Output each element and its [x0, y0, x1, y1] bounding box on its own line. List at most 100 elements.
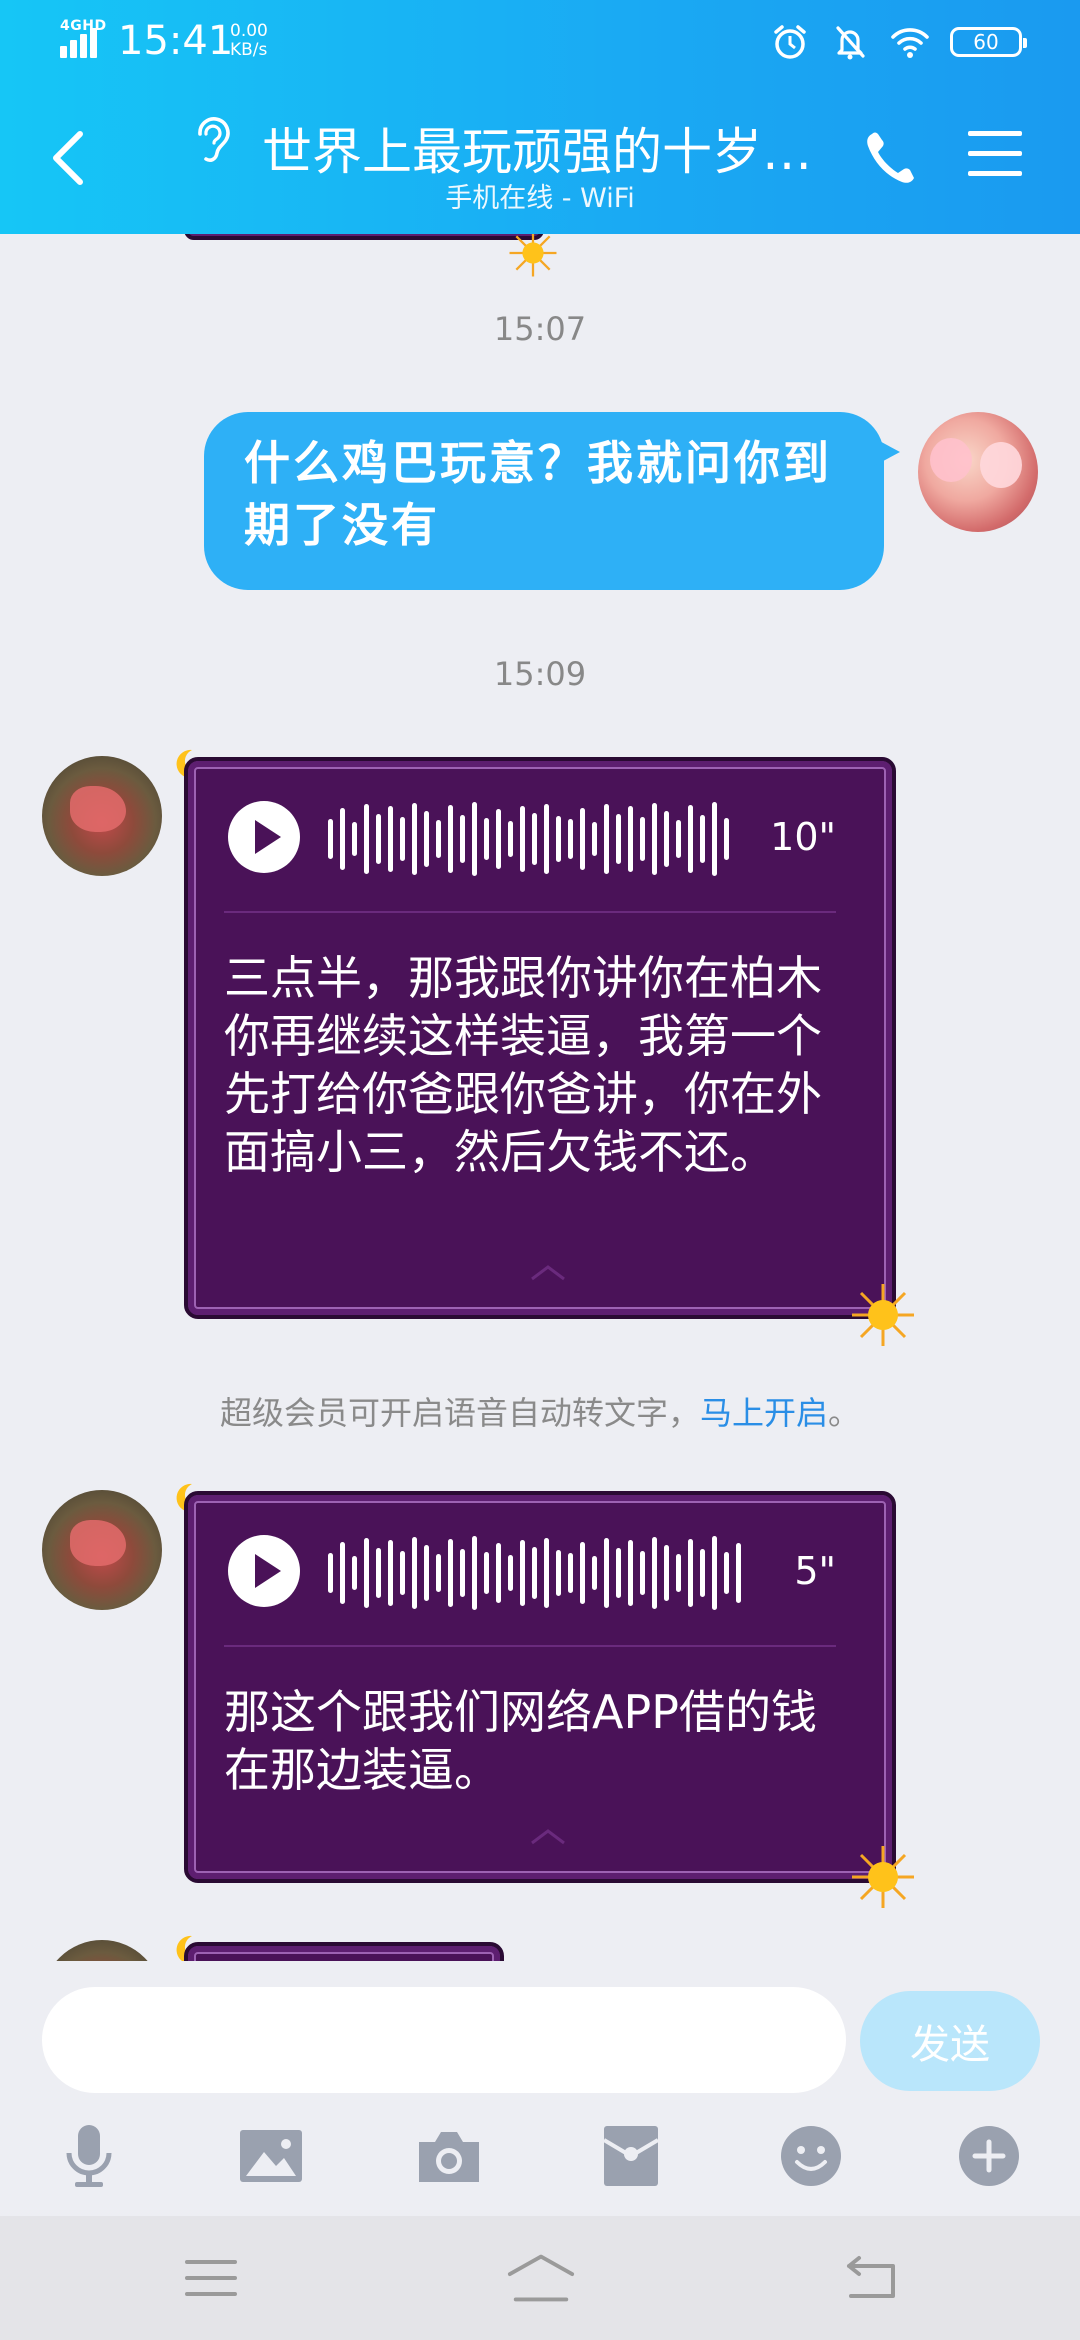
phone-icon[interactable] [862, 128, 918, 188]
red-packet-button[interactable] [596, 2121, 666, 2191]
voice-message-card[interactable]: 10" 三点半，那我跟你讲你在柏木你再继续这样装逼，我第一个先打给你爸跟你爸讲，… [184, 757, 896, 1319]
image-button[interactable] [236, 2121, 306, 2191]
waveform-bar [412, 1537, 417, 1609]
next-message-card[interactable] [184, 1942, 504, 1961]
mute-bell-icon [836, 26, 865, 60]
waveform-bar [496, 809, 501, 869]
waveform-bar [712, 1536, 717, 1610]
chat-title-area[interactable]: 世界上最玩顽强的十岁… 手机在线 - WiFi [190, 110, 840, 220]
waveform-bar [556, 816, 561, 862]
waveform-bar [724, 1552, 729, 1594]
collapse-caret-icon[interactable] [528, 1263, 568, 1283]
contact-avatar[interactable] [42, 1490, 162, 1610]
waveform-bar [676, 1554, 681, 1592]
status-time: 15:41 [118, 18, 234, 64]
waveform-bar [364, 804, 369, 874]
waveform-bar [436, 820, 441, 858]
waveform-bar [352, 1556, 357, 1590]
waveform-bar [340, 1542, 345, 1604]
waveform-bar [580, 808, 585, 870]
network-type: 4GHD [60, 18, 107, 34]
battery-indicator: 60 [950, 27, 1027, 57]
emoji-icon [781, 2126, 841, 2186]
waveform-bar [520, 806, 525, 872]
send-button[interactable]: 发送 [860, 1991, 1040, 2091]
menu-icon[interactable] [968, 131, 1022, 181]
waveform-bar [664, 811, 669, 867]
back-nav-icon [847, 2256, 895, 2298]
sun-decoration-icon [852, 1846, 914, 1908]
voice-transcript: 三点半，那我跟你讲你在柏木你再继续这样装逼，我第一个先打给你爸跟你爸讲，你在外面… [224, 951, 822, 1179]
voice-transcript: 那这个跟我们网络APP借的钱在那边装逼。 [224, 1685, 817, 1797]
waveform-bar [376, 814, 381, 864]
microphone-icon [66, 2125, 112, 2187]
home-button[interactable] [506, 2248, 576, 2308]
sun-decoration-icon [509, 234, 557, 277]
previous-message-card[interactable] [184, 234, 544, 240]
waveform-bar [340, 808, 345, 870]
waveform-bar [664, 1545, 669, 1601]
microphone-button[interactable] [54, 2121, 124, 2191]
more-button[interactable] [954, 2121, 1024, 2191]
back-button[interactable] [42, 125, 92, 191]
waveform-bar [604, 804, 609, 874]
play-button[interactable] [228, 801, 300, 873]
waveform-bar [592, 1556, 597, 1590]
waveform-bar [652, 1537, 657, 1609]
waveform-bar [448, 805, 453, 873]
voice-message-card[interactable]: 5" 那这个跟我们网络APP借的钱在那边装逼。 [184, 1491, 896, 1883]
wifi-icon [891, 28, 929, 58]
plus-icon [959, 2126, 1019, 2186]
image-icon [240, 2130, 302, 2182]
contact-avatar[interactable] [42, 756, 162, 876]
waveform-bar [352, 822, 357, 856]
message-list[interactable]: 15:07 什么鸡巴玩意？我就问你到 期了没有 15:09 10" 三点半，那我… [0, 234, 1080, 1961]
status-bar: 4GHD 15:41 0.00 KB/s 60 [0, 0, 1080, 80]
camera-button[interactable] [414, 2121, 484, 2191]
timestamp: 15:07 [493, 310, 587, 348]
collapse-caret-icon[interactable] [528, 1827, 568, 1847]
waveform-bar [484, 818, 489, 860]
sun-decoration-icon [852, 1284, 914, 1346]
waveform-bar [424, 811, 429, 867]
network-speed: 0.00 KB/s [230, 21, 268, 60]
waveform-bar [604, 1538, 609, 1608]
chat-header: 4GHD 15:41 0.00 KB/s 60 世界上最玩顽强的十岁… 手机在线… [0, 0, 1080, 234]
timestamp: 15:09 [493, 655, 587, 693]
play-button[interactable] [228, 1535, 300, 1607]
waveform-bar [628, 1540, 633, 1606]
emoji-button[interactable] [776, 2121, 846, 2191]
recent-apps-icon [185, 2260, 237, 2296]
waveform-bar [628, 806, 633, 872]
waveform-bar [592, 822, 597, 856]
alarm-icon [774, 25, 806, 59]
waveform-bar [712, 802, 717, 876]
waveform-bar [676, 820, 681, 858]
contact-avatar[interactable] [42, 1940, 162, 1961]
waveform-bar [472, 802, 477, 876]
camera-icon [419, 2132, 479, 2182]
waveform-bar [700, 815, 705, 863]
waveform-bar [544, 804, 549, 874]
waveform-bar [328, 1553, 333, 1593]
vip-notice: 超级会员可开启语音自动转文字，马上开启。 [219, 1394, 861, 1432]
outgoing-message-bubble[interactable]: 什么鸡巴玩意？我就问你到 期了没有 [204, 412, 900, 590]
self-avatar[interactable] [918, 412, 1038, 532]
waveform-bar [472, 1536, 477, 1610]
input-bar: 发送 [0, 1961, 1080, 2216]
waveform-bar [568, 819, 573, 859]
waveform-bar [640, 1551, 645, 1595]
waveform-bar [688, 805, 693, 873]
waveform-bar [652, 803, 657, 875]
waveform-bar [412, 803, 417, 875]
voice-duration: 10" [770, 815, 836, 859]
waveform-bar [484, 1552, 489, 1594]
message-input[interactable] [42, 1987, 846, 2093]
waveform-bar [388, 806, 393, 872]
waveform-bar [508, 821, 513, 857]
waveform-bar [640, 817, 645, 861]
recent-apps-button[interactable] [176, 2248, 246, 2308]
waveform-bar [400, 817, 405, 861]
enable-transcription-link[interactable]: 马上开启 [700, 1394, 828, 1432]
back-nav-button[interactable] [836, 2248, 906, 2308]
